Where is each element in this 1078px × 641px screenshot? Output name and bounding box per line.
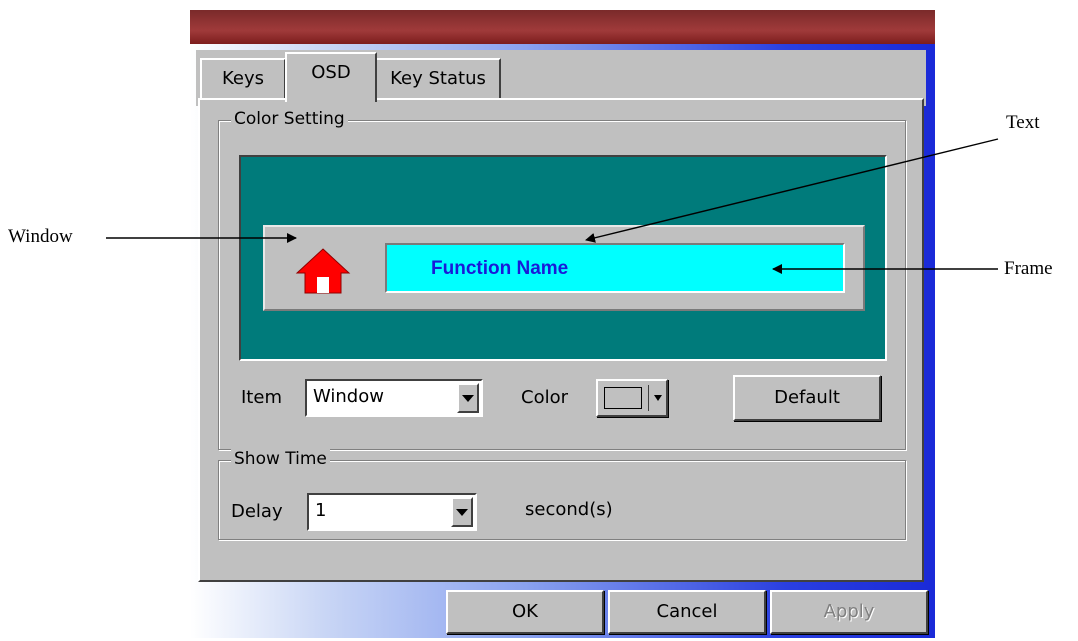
annotation-frame-label: Frame <box>1004 258 1053 279</box>
osd-preview: Function Name <box>239 155 887 361</box>
delay-select[interactable]: 1 <box>307 493 477 531</box>
title-bar[interactable] <box>190 10 935 44</box>
delay-label: Delay <box>231 501 283 522</box>
tab-keys[interactable]: Keys <box>200 58 286 98</box>
osd-preview-window: Function Name <box>263 225 865 311</box>
color-setting-group: Color Setting Function Name Item Window <box>218 109 906 450</box>
ok-button[interactable]: OK <box>446 590 604 634</box>
item-select-value: Window <box>313 386 384 407</box>
chevron-down-icon[interactable] <box>457 383 479 413</box>
tab-osd[interactable]: OSD <box>285 52 377 102</box>
tab-key-status[interactable]: Key Status <box>375 58 501 98</box>
chevron-down-icon <box>654 395 662 401</box>
cancel-button[interactable]: Cancel <box>608 590 766 634</box>
osd-settings-dialog: Keys Key Status OSD Color Setting Functi… <box>190 10 935 638</box>
annotation-window-label: Window <box>8 226 73 247</box>
color-setting-title: Color Setting <box>231 109 348 129</box>
delay-select-value: 1 <box>315 500 327 521</box>
tab-key-status-label: Key Status <box>390 68 486 89</box>
default-button[interactable]: Default <box>733 375 881 421</box>
osd-tab-page: Color Setting Function Name Item Window <box>198 98 924 582</box>
osd-preview-frame: Function Name <box>385 243 845 293</box>
color-label: Color <box>521 387 568 408</box>
function-name-text: Function Name <box>431 258 569 279</box>
show-time-group: Show Time Delay 1 second(s) <box>218 449 906 540</box>
default-button-label: Default <box>774 387 840 408</box>
color-swatch <box>604 387 642 409</box>
ok-button-label: OK <box>512 601 538 622</box>
dialog-button-bar: OK Cancel Apply <box>190 590 935 638</box>
chevron-down-icon[interactable] <box>451 497 473 527</box>
apply-button-label: Apply <box>823 601 875 622</box>
color-picker-button[interactable] <box>596 379 668 417</box>
item-select[interactable]: Window <box>305 379 483 417</box>
show-time-title: Show Time <box>231 449 330 469</box>
apply-button[interactable]: Apply <box>770 590 928 634</box>
tab-osd-label: OSD <box>311 62 351 83</box>
color-dropdown-separator <box>648 385 649 411</box>
cancel-button-label: Cancel <box>656 601 718 622</box>
home-icon <box>295 248 351 294</box>
item-label: Item <box>241 387 282 408</box>
delay-unit-label: second(s) <box>525 499 613 520</box>
annotation-text-label: Text <box>1006 112 1040 133</box>
tab-keys-label: Keys <box>221 68 264 89</box>
